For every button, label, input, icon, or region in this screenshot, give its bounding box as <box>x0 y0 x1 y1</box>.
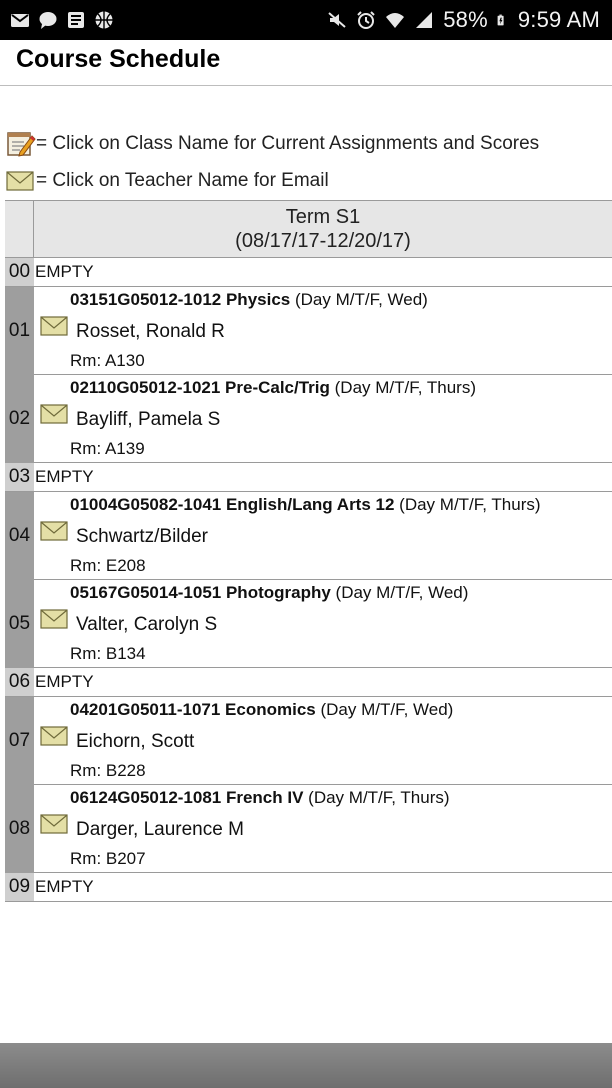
class-cell: 03151G05012-1012 Physics (Day M/T/F, Wed… <box>34 287 612 374</box>
table-row: 06 EMPTY <box>5 668 612 697</box>
teacher-name[interactable]: Bayliff, Pamela S <box>76 409 220 431</box>
signal-icon <box>416 12 433 28</box>
empty-cell: EMPTY <box>35 672 94 691</box>
class-cell: 01004G05082-1041 English/Lang Arts 12 (D… <box>34 492 612 579</box>
room-label: Rm: B207 <box>70 849 146 868</box>
class-name-link[interactable]: 01004G05082-1041 English/Lang Arts 12 <box>70 495 394 514</box>
class-days: (Day M/T/F, Wed) <box>290 290 428 309</box>
notepad-edit-icon <box>7 132 36 157</box>
empty-cell: EMPTY <box>35 262 94 281</box>
term-name: Term S1 <box>285 206 361 228</box>
period-number: 01 <box>5 287 34 375</box>
teacher-email-link[interactable]: Darger, Laurence M <box>40 813 244 840</box>
legend-email-text: = Click on Teacher Name for Email <box>36 170 329 191</box>
status-bar-system: 58% 9:59 AM <box>327 7 600 33</box>
legend-assignments: = Click on Class Name for Current Assign… <box>6 130 539 158</box>
period-number: 09 <box>5 873 34 901</box>
class-name-link[interactable]: 03151G05012-1012 Physics <box>70 290 290 309</box>
basketball-icon <box>95 11 113 29</box>
class-cell: 04201G05011-1071 Economics (Day M/T/F, W… <box>34 697 612 784</box>
term-header-cell: Term S1 (08/17/17-12/20/17) <box>34 201 612 257</box>
legend-email: = Click on Teacher Name for Email <box>6 167 329 195</box>
battery-icon <box>497 14 504 26</box>
class-days: (Day M/T/F, Wed) <box>315 700 454 719</box>
clock: 9:59 AM <box>517 7 600 32</box>
mute-icon <box>328 12 346 28</box>
period-number: 00 <box>5 258 34 286</box>
teacher-email-link[interactable]: Schwartz/Bilder <box>40 520 208 547</box>
room-label: Rm: A139 <box>70 439 145 458</box>
class-days: (Day M/T/F, Thurs) <box>394 495 541 514</box>
table-row: 07 04201G05011-1071 Economics (Day M/T/F… <box>5 697 612 785</box>
class-days: (Day M/T/F, Thurs) <box>303 788 450 807</box>
wifi-icon <box>386 13 405 28</box>
page-title: Course Schedule <box>16 45 221 73</box>
bottom-bar <box>0 1043 612 1088</box>
teacher-name[interactable]: Eichorn, Scott <box>76 731 194 753</box>
teacher-name[interactable]: Schwartz/Bilder <box>76 526 208 548</box>
status-bar: 58% 9:59 AM <box>0 0 612 40</box>
gmail-icon <box>11 14 29 27</box>
teacher-email-link[interactable]: Bayliff, Pamela S <box>40 403 220 430</box>
room-label: Rm: B134 <box>70 644 146 663</box>
period-number: 02 <box>5 375 34 463</box>
status-bar-notifications <box>10 10 114 30</box>
envelope-icon <box>6 171 34 191</box>
envelope-icon[interactable] <box>40 813 68 835</box>
class-name-link[interactable]: 04201G05011-1071 Economics <box>70 700 316 719</box>
table-row: 03 EMPTY <box>5 463 612 492</box>
teacher-email-link[interactable]: Eichorn, Scott <box>40 725 194 752</box>
period-number: 07 <box>5 697 34 785</box>
table-row: 02 02110G05012-1021 Pre-Calc/Trig (Day M… <box>5 375 612 463</box>
table-row: 05 05167G05014-1051 Photography (Day M/T… <box>5 580 612 668</box>
room-label: Rm: E208 <box>70 556 146 575</box>
legend-assignments-text: = Click on Class Name for Current Assign… <box>36 133 540 154</box>
period-number: 05 <box>5 580 34 668</box>
title-bar: Course Schedule <box>0 40 612 86</box>
empty-cell: EMPTY <box>35 877 94 896</box>
envelope-icon[interactable] <box>40 403 68 425</box>
class-cell: 05167G05014-1051 Photography (Day M/T/F,… <box>34 580 612 667</box>
news-icon <box>68 12 84 28</box>
schedule-table: Term S1 (08/17/17-12/20/17) 00 EMPTY 01 … <box>5 200 612 902</box>
alarm-icon <box>357 11 375 29</box>
table-row: 08 06124G05012-1081 French IV (Day M/T/F… <box>5 785 612 873</box>
class-days: (Day M/T/F, Wed) <box>330 583 469 602</box>
envelope-icon[interactable] <box>40 608 68 630</box>
envelope-icon[interactable] <box>40 315 68 337</box>
class-cell: 02110G05012-1021 Pre-Calc/Trig (Day M/T/… <box>34 375 612 462</box>
period-number: 06 <box>5 668 34 696</box>
table-row: 01 03151G05012-1012 Physics (Day M/T/F, … <box>5 287 612 375</box>
term-dates: (08/17/17-12/20/17) <box>235 230 411 252</box>
room-label: Rm: A130 <box>70 351 145 370</box>
empty-cell: EMPTY <box>35 467 94 486</box>
teacher-email-link[interactable]: Rosset, Ronald R <box>40 315 225 342</box>
room-label: Rm: B228 <box>70 761 146 780</box>
period-number: 04 <box>5 492 34 580</box>
class-name-link[interactable]: 02110G05012-1021 Pre-Calc/Trig <box>70 378 330 397</box>
teacher-name[interactable]: Valter, Carolyn S <box>76 614 217 636</box>
teacher-email-link[interactable]: Valter, Carolyn S <box>40 608 217 635</box>
class-name-link[interactable]: 05167G05014-1051 Photography <box>70 583 331 602</box>
teacher-name[interactable]: Rosset, Ronald R <box>76 321 225 343</box>
class-name-link[interactable]: 06124G05012-1081 French IV <box>70 788 303 807</box>
table-row: 00 EMPTY <box>5 258 612 287</box>
period-number: 08 <box>5 785 34 873</box>
chat-icon <box>39 12 57 29</box>
envelope-icon[interactable] <box>40 725 68 747</box>
table-row: 09 EMPTY <box>5 873 612 902</box>
table-row: 04 01004G05082-1041 English/Lang Arts 12… <box>5 492 612 580</box>
battery-percent: 58% <box>443 7 488 32</box>
teacher-name[interactable]: Darger, Laurence M <box>76 819 244 841</box>
term-header: Term S1 (08/17/17-12/20/17) <box>5 201 612 258</box>
class-days: (Day M/T/F, Thurs) <box>329 378 476 397</box>
period-number: 03 <box>5 463 34 491</box>
class-cell: 06124G05012-1081 French IV (Day M/T/F, T… <box>34 785 612 872</box>
envelope-icon[interactable] <box>40 520 68 542</box>
